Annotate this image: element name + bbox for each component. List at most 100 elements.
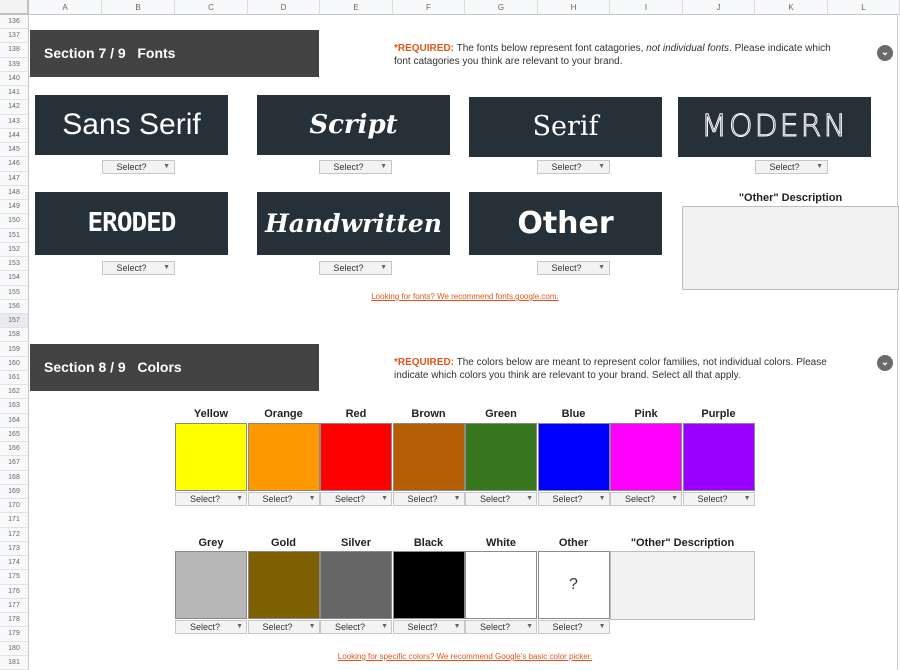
colors-other-description-input[interactable] (610, 551, 755, 620)
color-select-gold[interactable]: Select? ▼ (247, 620, 320, 634)
column-header[interactable]: C (175, 0, 248, 15)
dropdown-arrow-icon: ▼ (236, 495, 243, 502)
font-select-other[interactable]: Select? ▼ (537, 261, 610, 275)
column-header[interactable]: H (538, 0, 610, 15)
row-header[interactable]: 172 (0, 527, 29, 542)
row-header[interactable]: 160 (0, 356, 29, 371)
row-header[interactable]: 155 (0, 285, 29, 300)
row-header[interactable]: 145 (0, 143, 29, 158)
row-header[interactable]: 177 (0, 598, 29, 614)
column-header[interactable]: G (465, 0, 538, 15)
row-header[interactable]: 161 (0, 370, 29, 386)
colors-required-note: *REQUIRED: The colors below are meant to… (394, 356, 844, 382)
row-header[interactable]: 166 (0, 442, 29, 457)
color-name-other: Other (558, 537, 589, 549)
row-header[interactable]: 139 (0, 57, 29, 72)
column-header[interactable]: D (248, 0, 320, 15)
row-header[interactable]: 162 (0, 385, 29, 400)
font-select-modern[interactable]: Select? ▼ (755, 160, 828, 174)
dropdown-arrow-icon: ▼ (453, 623, 461, 630)
row-header[interactable]: 136 (0, 15, 29, 30)
row-header[interactable]: 173 (0, 541, 29, 557)
row-header[interactable]: 156 (0, 299, 29, 315)
color-select-other[interactable]: Select? ▼ (537, 620, 610, 634)
row-header[interactable]: 137 (0, 29, 29, 44)
color-select-purple[interactable]: Select? ▼ (682, 492, 755, 506)
color-select-brown[interactable]: Select? ▼ (392, 492, 465, 506)
row-header[interactable]: 146 (0, 157, 29, 172)
google-color-picker-link[interactable]: Looking for specific colors? We recommen… (300, 652, 630, 661)
row-header[interactable]: 151 (0, 228, 29, 243)
column-header[interactable]: A (29, 0, 102, 15)
color-select-pink[interactable]: Select? ▼ (610, 492, 682, 506)
row-header[interactable]: 163 (0, 399, 29, 414)
row-header[interactable]: 174 (0, 556, 29, 571)
color-select-blue[interactable]: Select? ▼ (537, 492, 610, 506)
row-header[interactable]: 138 (0, 43, 29, 58)
select-all-corner[interactable] (0, 0, 29, 15)
row-header[interactable]: 143 (0, 114, 29, 129)
font-select-handwritten[interactable]: Select? ▼ (319, 261, 392, 275)
font-select-sans-serif[interactable]: Select? ▼ (102, 160, 175, 174)
column-header[interactable]: B (102, 0, 175, 15)
select-label: Select? (479, 494, 511, 504)
row-header[interactable]: 181 (0, 655, 29, 670)
row-header[interactable]: 142 (0, 100, 29, 115)
fonts-other-description-input[interactable] (682, 206, 899, 290)
google-fonts-link[interactable]: Looking for fonts? We recommend fonts.go… (300, 292, 630, 301)
row-header[interactable]: 159 (0, 342, 29, 357)
row-header[interactable]: 167 (0, 456, 29, 471)
row-header[interactable]: 140 (0, 71, 29, 87)
select-label: Select? (551, 162, 582, 172)
row-header[interactable]: 141 (0, 86, 29, 101)
row-header[interactable]: 168 (0, 470, 29, 485)
row-header[interactable]: 152 (0, 242, 29, 258)
column-header[interactable]: F (393, 0, 465, 15)
row-header[interactable]: 164 (0, 413, 29, 428)
row-header[interactable]: 171 (0, 513, 29, 528)
select-label: Select? (262, 494, 293, 504)
color-select-grey[interactable]: Select? ▼ (175, 620, 247, 634)
row-header[interactable]: 178 (0, 613, 29, 628)
dropdown-arrow-icon: ▼ (598, 163, 605, 170)
row-header[interactable]: 165 (0, 427, 29, 443)
column-header[interactable]: E (320, 0, 393, 15)
font-select-serif[interactable]: Select? ▼ (537, 160, 610, 174)
required-text: The fonts below represent font catagorie… (454, 43, 647, 54)
column-header[interactable]: K (755, 0, 828, 15)
color-name-purple: Purple (701, 408, 736, 420)
row-header[interactable]: 144 (0, 128, 29, 144)
row-header[interactable]: 179 (0, 627, 29, 642)
row-header[interactable]: 180 (0, 641, 29, 656)
chevron-down-circle-icon[interactable]: ⌄ (877, 45, 893, 61)
row-header[interactable]: 158 (0, 328, 29, 343)
color-select-white[interactable]: Select? ▼ (465, 620, 537, 634)
color-select-black[interactable]: Select? ▼ (392, 620, 465, 634)
font-select-script[interactable]: Select? ▼ (319, 160, 392, 174)
row-header[interactable]: 169 (0, 484, 29, 500)
font-select-eroded[interactable]: Select? ▼ (102, 261, 175, 275)
row-header[interactable]: 176 (0, 584, 29, 599)
column-header[interactable]: J (683, 0, 755, 15)
color-name-green: Green (485, 408, 517, 420)
row-header[interactable]: 175 (0, 570, 29, 585)
row-header[interactable]: 157 (0, 314, 29, 329)
color-select-silver[interactable]: Select? ▼ (320, 620, 392, 634)
color-select-green[interactable]: Select? ▼ (465, 492, 537, 506)
color-name-pink: Pink (634, 408, 658, 420)
row-header[interactable]: 170 (0, 499, 29, 514)
column-header[interactable]: L (828, 0, 900, 15)
color-select-yellow[interactable]: Select? ▼ (175, 492, 247, 506)
color-select-orange[interactable]: Select? ▼ (247, 492, 320, 506)
row-header[interactable]: 150 (0, 214, 29, 229)
chevron-down-circle-icon[interactable]: ⌄ (877, 355, 893, 371)
row-header[interactable]: 153 (0, 257, 29, 272)
row-header[interactable]: 147 (0, 171, 29, 186)
row-header[interactable]: 154 (0, 271, 29, 286)
column-header[interactable]: I (610, 0, 683, 15)
dropdown-arrow-icon: ▼ (598, 623, 606, 630)
row-header[interactable]: 149 (0, 200, 29, 215)
color-swatch-yellow (175, 423, 247, 491)
color-select-red[interactable]: Select? ▼ (320, 492, 392, 506)
row-header[interactable]: 148 (0, 185, 29, 201)
